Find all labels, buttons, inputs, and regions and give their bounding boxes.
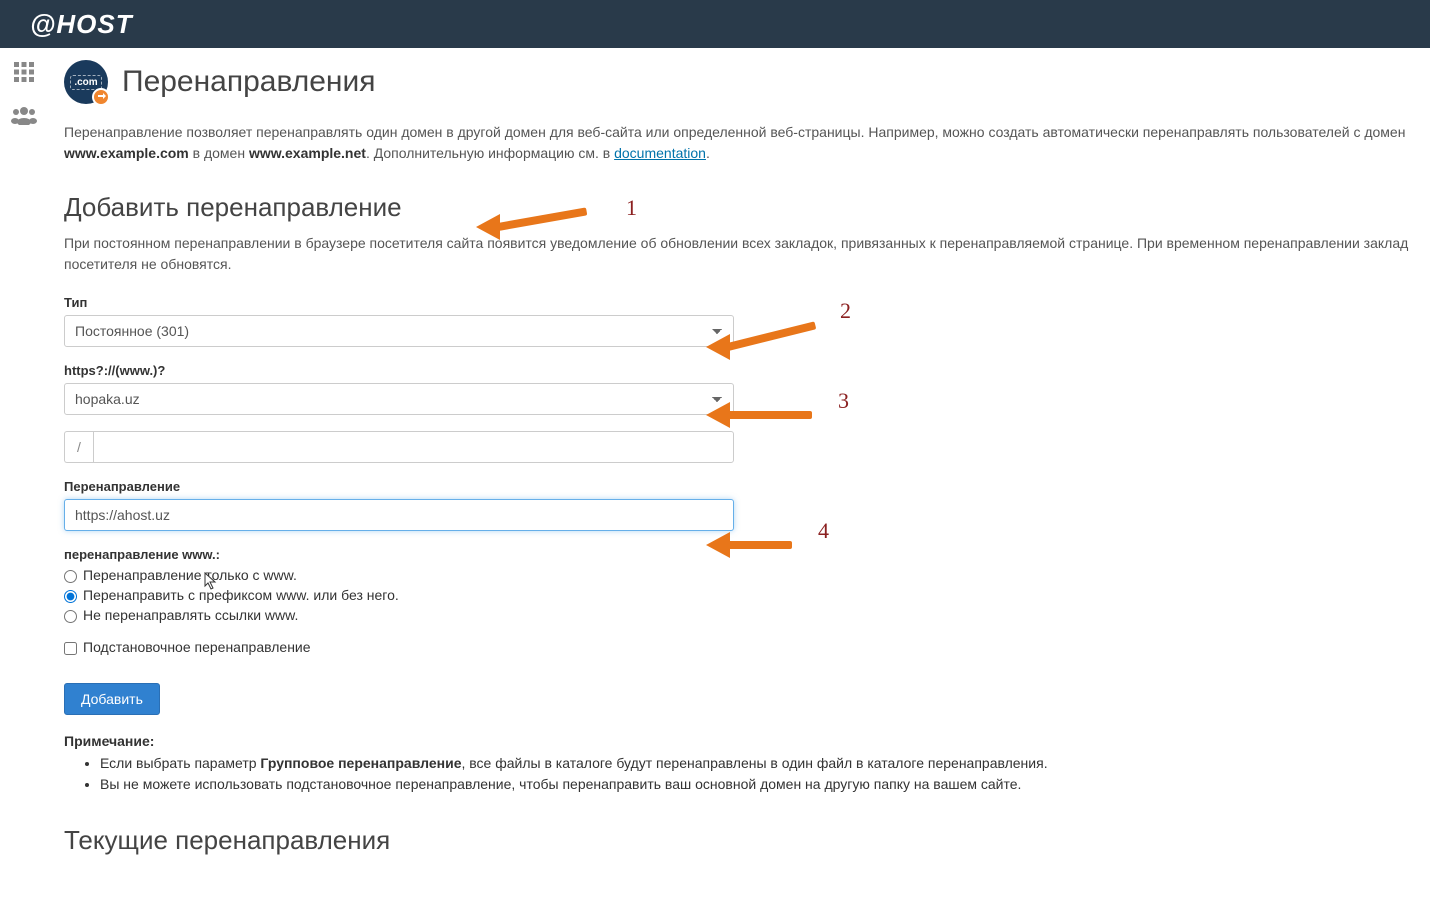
note-heading: Примечание: [64, 733, 1430, 749]
note-item: Вы не можете использовать подстановочное… [100, 774, 1430, 795]
app-header: @HOST [0, 0, 1430, 48]
sidebar [0, 48, 48, 906]
domain-select[interactable]: hopaka.uz [64, 383, 734, 415]
redirect-input[interactable] [64, 499, 734, 531]
intro-text: Перенаправление позволяет перенаправлять… [64, 122, 1430, 164]
redirect-badge-icon [92, 88, 110, 106]
radio-www-none[interactable]: Не перенаправлять ссылки www. [64, 607, 734, 623]
add-redirect-desc: При постоянном перенаправлении в браузер… [64, 233, 1430, 275]
www-group-label: перенаправление www.: [64, 547, 734, 562]
redirect-label: Перенаправление [64, 479, 734, 494]
type-select[interactable]: Постоянное (301) [64, 315, 734, 347]
main-content: .com Перенаправления Перенаправление поз… [48, 48, 1430, 906]
apps-grid-icon[interactable] [12, 60, 36, 87]
path-prefix: / [64, 431, 93, 463]
add-button[interactable]: Добавить [64, 683, 160, 715]
domain-label: https?://(www.)? [64, 363, 734, 378]
annotation-number: 4 [818, 518, 829, 544]
documentation-link[interactable]: documentation [614, 145, 706, 161]
radio-www-only[interactable]: Перенаправление только с www. [64, 567, 734, 583]
redirect-page-icon: .com [64, 60, 108, 104]
page-title: Перенаправления [122, 65, 376, 99]
annotation-number: 3 [838, 388, 849, 414]
type-label: Тип [64, 295, 734, 310]
current-redirects-heading: Текущие перенаправления [64, 825, 1430, 856]
logo: @HOST [30, 9, 133, 40]
radio-www-both[interactable]: Перенаправить с префиксом www. или без н… [64, 587, 734, 603]
notes-list: Если выбрать параметр Групповое перенапр… [64, 753, 1430, 795]
note-item: Если выбрать параметр Групповое перенапр… [100, 753, 1430, 774]
users-icon[interactable] [11, 105, 37, 128]
wildcard-checkbox[interactable]: Подстановочное перенаправление [64, 639, 734, 655]
add-redirect-heading: Добавить перенаправление [64, 192, 1430, 223]
annotation-number: 2 [840, 298, 851, 324]
path-input[interactable] [93, 431, 734, 463]
